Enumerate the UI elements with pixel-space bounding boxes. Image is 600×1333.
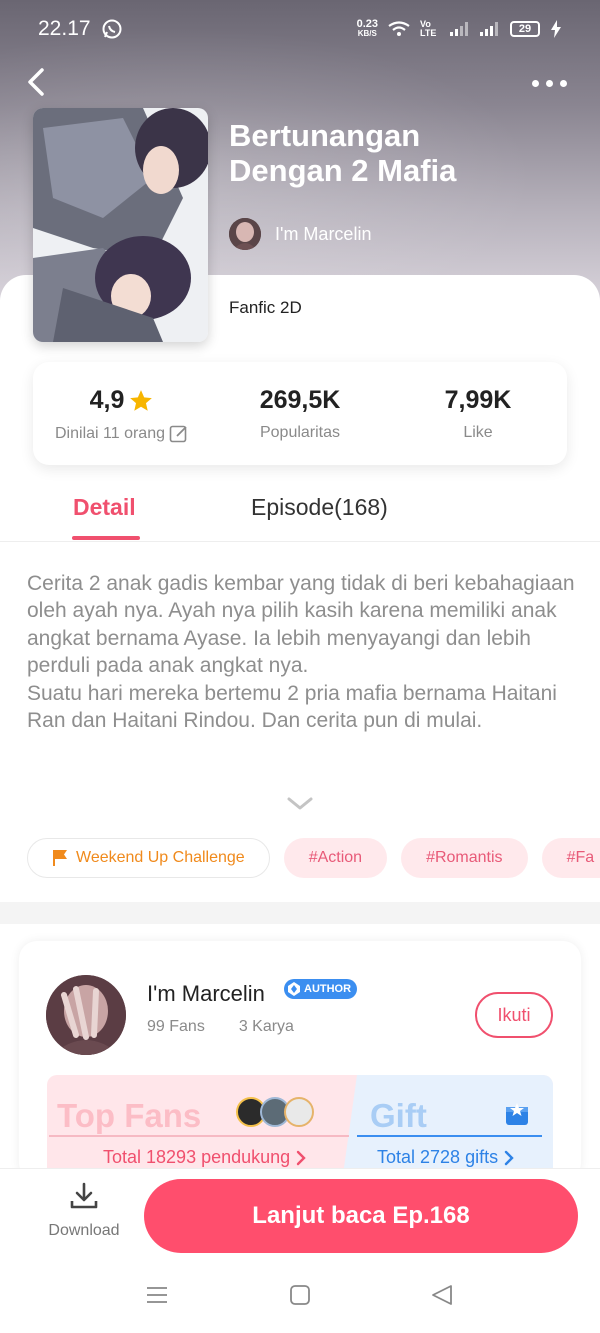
- bottom-action-bar: Download Lanjut baca Ep.168: [0, 1168, 600, 1258]
- volte-label: Vo LTE: [420, 19, 437, 38]
- top-fans-title[interactable]: Top Fans: [57, 1097, 201, 1135]
- gift-underline: [357, 1135, 542, 1137]
- network-speed: 0.23 KB/S: [357, 19, 378, 39]
- synopsis-paragraph-1: Cerita 2 anak gadis kembar yang tidak di…: [27, 572, 575, 678]
- back-arrow-icon: [28, 68, 44, 96]
- popularity-label: Popularitas: [259, 424, 341, 441]
- edit-icon[interactable]: [169, 424, 189, 444]
- rating-value-row: 4,9: [90, 386, 155, 415]
- story-title: Bertunangan Dengan 2 Mafia: [229, 118, 569, 188]
- fan-avatar: [284, 1097, 314, 1127]
- tab-detail[interactable]: Detail: [73, 494, 136, 521]
- tab-bar: Detail Episode(168): [0, 486, 600, 542]
- signal-icon-2: [480, 22, 498, 36]
- chevron-right-icon: [296, 1150, 306, 1165]
- top-navigation: [0, 60, 600, 106]
- author-name[interactable]: I'm Marcelin: [147, 981, 265, 1007]
- tab-episode[interactable]: Episode(168): [251, 494, 388, 521]
- author-mini-avatar-image: [229, 218, 261, 250]
- story-title-block: Bertunangan Dengan 2 Mafia I'm Marcelin: [229, 118, 569, 250]
- like-value: 7,99K: [444, 386, 512, 414]
- synopsis-text: Cerita 2 anak gadis kembar yang tidak di…: [27, 570, 587, 734]
- chevron-down-icon[interactable]: [286, 796, 314, 812]
- flag-icon: [53, 850, 67, 866]
- speed-value: 0.23: [356, 18, 378, 30]
- download-button[interactable]: Download: [44, 1181, 124, 1240]
- wifi-icon: [388, 21, 410, 36]
- author-avatar-image: [46, 975, 126, 1055]
- top-fans-total-link[interactable]: Total 18293 pendukung: [103, 1147, 306, 1168]
- section-divider: [0, 902, 600, 924]
- author-badge-label: AUTHOR: [304, 983, 352, 995]
- follow-button[interactable]: Ikuti: [475, 992, 553, 1038]
- status-bar: 22.17 0.23 KB/S Vo LTE 29: [0, 0, 600, 58]
- author-mini-avatar: [229, 218, 261, 250]
- whatsapp-icon: [102, 19, 122, 39]
- top-fans-avatars: [236, 1097, 314, 1127]
- rating-label: Dinilai 11 orang: [55, 425, 165, 442]
- popularity-value: 269,5K: [259, 386, 341, 414]
- more-dot-icon: [532, 79, 539, 87]
- like-stat: 7,99K Like: [389, 362, 567, 465]
- home-square-icon[interactable]: [289, 1284, 311, 1306]
- author-works: 3 Karya: [238, 1018, 294, 1035]
- rating-value: 4,9: [89, 386, 125, 414]
- like-label: Like: [463, 424, 493, 441]
- download-icon: [70, 1182, 98, 1209]
- author-name-small: I'm Marcelin: [275, 223, 372, 244]
- genre-label: Fanfic 2D: [229, 298, 302, 317]
- author-card: I'm Marcelin AUTHOR 99 Fans 3 Karya Ikut…: [19, 941, 581, 1181]
- download-label: Download: [48, 1222, 120, 1239]
- signal-icon-1: [450, 22, 468, 36]
- active-tab-indicator: [72, 536, 140, 540]
- author-badge-icon: [288, 982, 300, 996]
- menu-icon[interactable]: [146, 1284, 168, 1306]
- system-navigation-bar: [0, 1258, 600, 1333]
- more-options-button[interactable]: [532, 76, 572, 90]
- story-cover-image[interactable]: [33, 108, 208, 342]
- charging-icon: [551, 20, 561, 38]
- challenge-tag[interactable]: Weekend Up Challenge: [27, 838, 270, 878]
- fans-gift-panel: Top Fans Total 18293 pendukung Gift Tota…: [47, 1075, 553, 1181]
- speed-unit: KB/S: [357, 29, 377, 38]
- back-button[interactable]: [24, 64, 60, 104]
- top-fans-underline: [49, 1135, 349, 1137]
- gift-title[interactable]: Gift: [370, 1097, 427, 1135]
- battery-indicator: 29: [510, 21, 540, 37]
- synopsis-paragraph-2: Suatu hari mereka bertemu 2 pria mafia b…: [27, 681, 557, 733]
- chevron-right-icon: [504, 1150, 514, 1165]
- author-avatar[interactable]: [46, 975, 126, 1055]
- more-dot-icon: [546, 79, 553, 87]
- tag-action[interactable]: #Action: [283, 838, 388, 878]
- status-time-group: 22.17: [38, 17, 123, 41]
- popularity-stat: 269,5K Popularitas: [211, 362, 389, 465]
- author-link[interactable]: I'm Marcelin: [229, 218, 569, 250]
- status-icons: 0.23 KB/S Vo LTE 29: [357, 19, 562, 39]
- challenge-tag-label: Weekend Up Challenge: [76, 849, 245, 866]
- stats-card: 4,9 Dinilai 11 orang 269,5K Popularitas …: [33, 362, 567, 465]
- status-time: 22.17: [38, 17, 91, 40]
- author-fans: 99 Fans: [147, 1018, 205, 1035]
- gift-icon: [506, 1103, 528, 1125]
- author-meta: 99 Fans 3 Karya: [147, 1018, 294, 1036]
- rating-label-row: Dinilai 11 orang: [55, 424, 189, 444]
- continue-reading-button[interactable]: Lanjut baca Ep.168: [144, 1179, 578, 1253]
- more-dot-icon: [560, 79, 567, 87]
- rating-stat[interactable]: 4,9 Dinilai 11 orang: [33, 362, 211, 465]
- gift-total: Total 2728 gifts: [377, 1147, 499, 1167]
- tag-list: Weekend Up Challenge #Action #Romantis #…: [27, 838, 600, 880]
- tag-fa[interactable]: #Fa: [541, 838, 600, 878]
- gift-total-link[interactable]: Total 2728 gifts: [377, 1147, 514, 1168]
- star-icon: [130, 389, 153, 411]
- title-line-1: Bertunangan: [229, 118, 421, 153]
- cover-illustration: [33, 108, 208, 342]
- title-line-2: Dengan 2 Mafia: [229, 153, 457, 188]
- back-triangle-icon[interactable]: [430, 1284, 454, 1306]
- tag-romantis[interactable]: #Romantis: [401, 838, 528, 878]
- author-badge: AUTHOR: [284, 979, 358, 999]
- top-fans-total: Total 18293 pendukung: [103, 1147, 291, 1167]
